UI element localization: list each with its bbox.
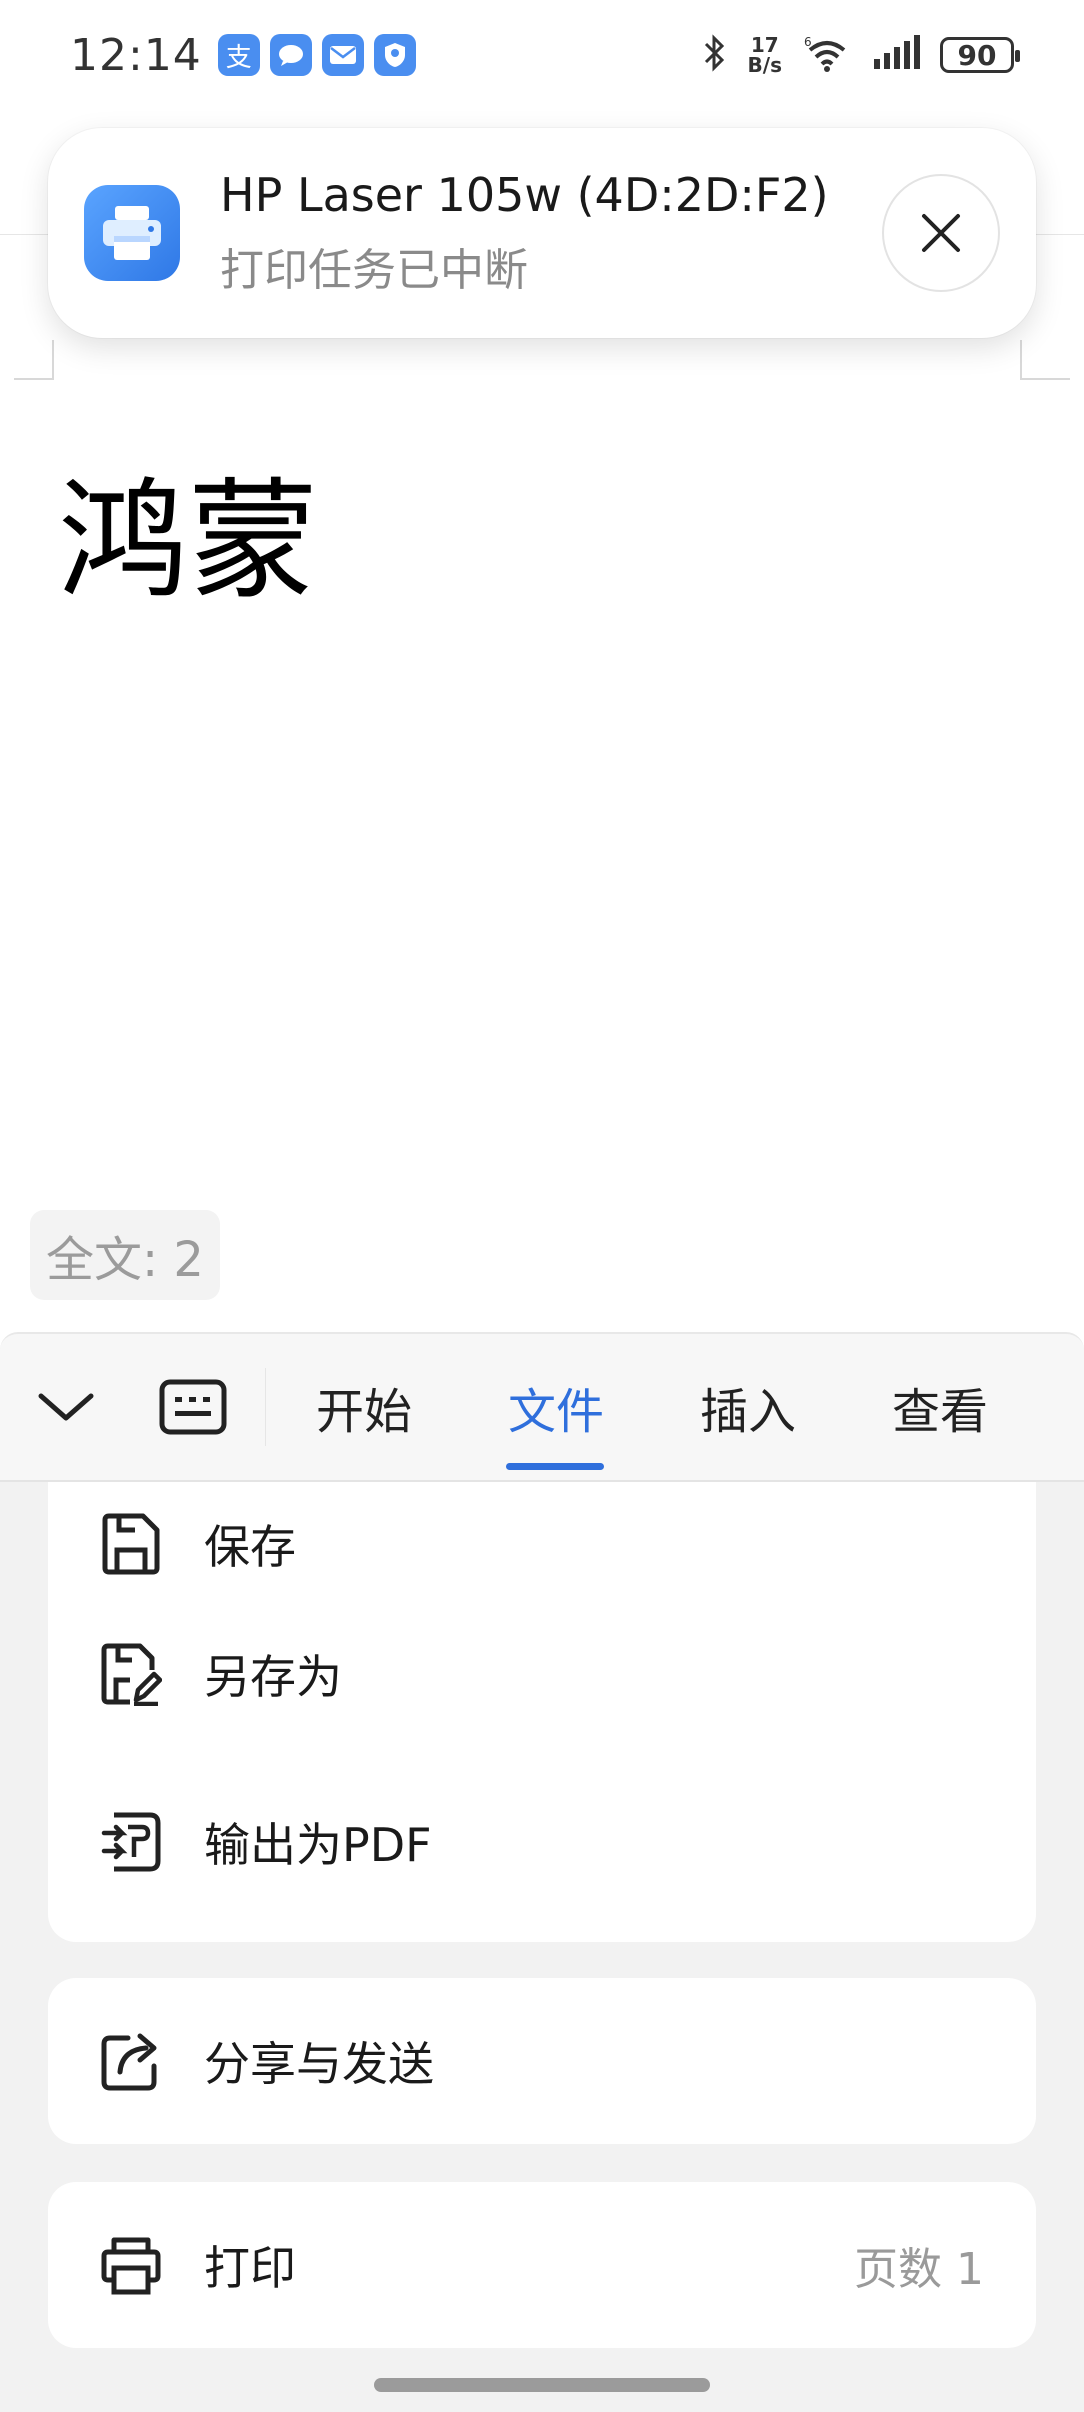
collapse-toolbar-button[interactable]: [36, 1358, 97, 1456]
battery-indicator: 90: [940, 37, 1020, 73]
export-pdf-menu-item[interactable]: 输出为PDF: [48, 1772, 1036, 1912]
save-icon: [98, 1511, 164, 1577]
save-as-label: 另存为: [204, 1650, 342, 1704]
network-speed: 17 B/s: [747, 33, 782, 77]
ribbon-toolbar: 开始 文件 插入 查看: [0, 1332, 1084, 1482]
status-right-group: 17 B/s 6 90: [702, 33, 1020, 77]
save-menu-item[interactable]: 保存: [48, 1474, 1036, 1614]
print-label: 打印: [204, 2241, 296, 2295]
ribbon-tabs: 开始 文件 插入 查看: [316, 1372, 1084, 1470]
export-pdf-label: 输出为PDF: [204, 1818, 432, 1872]
mail-icon: [321, 34, 364, 76]
share-card: 分享与发送: [48, 1978, 1036, 2144]
tab-home[interactable]: 开始: [316, 1372, 508, 1442]
tab-view[interactable]: 查看: [892, 1372, 1084, 1442]
save-as-icon: [98, 1641, 164, 1707]
security-icon: [373, 34, 416, 76]
tab-insert[interactable]: 插入: [700, 1372, 892, 1442]
printer-icon: [84, 185, 180, 281]
wifi-icon: 6: [802, 34, 852, 76]
svg-text:6: 6: [804, 35, 812, 49]
print-card: 打印 页数 1: [48, 2182, 1036, 2348]
share-menu-item[interactable]: 分享与发送: [48, 1991, 1036, 2131]
signal-icon: [872, 35, 920, 75]
save-as-menu-item[interactable]: 另存为: [48, 1604, 1036, 1744]
chevron-down-icon: [38, 1393, 94, 1421]
toolbar-divider: [264, 1368, 266, 1446]
keyboard-button[interactable]: [159, 1358, 227, 1456]
status-time: 12:14: [70, 29, 202, 81]
page-margin-corner-left: [14, 340, 54, 380]
tab-file[interactable]: 文件: [506, 1372, 700, 1470]
alipay-icon: 支: [217, 34, 260, 76]
page-margin-corner-right: [1020, 340, 1070, 380]
close-icon: [922, 214, 960, 252]
file-actions-card: 保存 另存为 输出为PDF: [48, 1482, 1036, 1942]
export-pdf-icon: [98, 1809, 164, 1875]
notification-subtitle: 打印任务已中断: [220, 245, 528, 296]
status-bar: 12:14 支 17 B/s 6 90: [0, 0, 1084, 110]
message-icon: [269, 34, 312, 76]
notification-title: HP Laser 105w (4D:2D:F2): [220, 168, 829, 222]
print-menu-item[interactable]: 打印 页数 1: [48, 2195, 1036, 2335]
save-label: 保存: [204, 1520, 296, 1574]
print-icon: [98, 2232, 164, 2298]
page-count: 页数 1: [854, 2244, 984, 2295]
document-body-text[interactable]: 鸿蒙: [58, 436, 318, 624]
file-menu-panel: 保存 另存为 输出为PDF 分享与发送 打印 页数 1: [0, 1482, 1084, 2412]
bluetooth-icon: [702, 34, 728, 76]
word-count-badge[interactable]: 全文: 2: [30, 1210, 220, 1300]
notification-close-button[interactable]: [882, 174, 1000, 292]
print-notification[interactable]: HP Laser 105w (4D:2D:F2) 打印任务已中断: [48, 128, 1036, 338]
home-indicator[interactable]: [374, 2378, 710, 2392]
notification-text: HP Laser 105w (4D:2D:F2) 打印任务已中断: [220, 168, 829, 298]
share-icon: [98, 2028, 164, 2094]
keyboard-icon: [159, 1379, 227, 1435]
status-app-icons: 支: [217, 34, 416, 76]
share-label: 分享与发送: [204, 2037, 434, 2091]
